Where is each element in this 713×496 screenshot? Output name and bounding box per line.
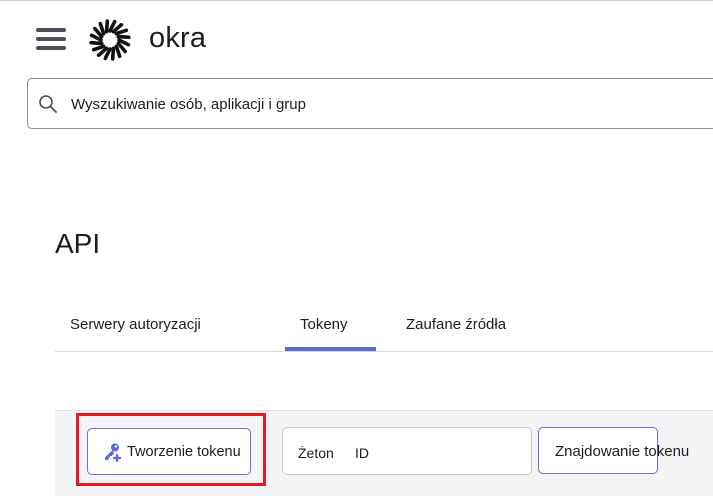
search-bar[interactable]: [27, 78, 713, 129]
highlight-annotation: [76, 413, 266, 486]
find-token-label: Znajdowanie tokenu: [555, 443, 690, 460]
search-icon: [39, 95, 57, 113]
search-input[interactable]: [71, 92, 671, 116]
tab-trusted-origins[interactable]: Zaufane źródła: [406, 316, 506, 333]
token-field-label: Żeton: [298, 445, 334, 461]
tab-bar: Serwery autoryzacji Tokeny Zaufane źródł…: [55, 300, 713, 352]
token-id-field[interactable]: Żeton ID: [282, 427, 532, 475]
brand-name: okra: [149, 22, 207, 54]
find-token-button[interactable]: Znajdowanie tokenu: [538, 427, 689, 474]
tab-authorization-servers[interactable]: Serwery autoryzacji: [70, 316, 201, 333]
top-border: [0, 0, 713, 1]
hamburger-menu-icon[interactable]: [36, 28, 66, 50]
page-title: API: [55, 228, 101, 259]
token-field-value: ID: [355, 445, 369, 461]
tab-tokens[interactable]: Tokeny: [300, 316, 348, 333]
active-tab-indicator: [285, 347, 376, 351]
sunburst-logo-icon: [89, 19, 131, 61]
